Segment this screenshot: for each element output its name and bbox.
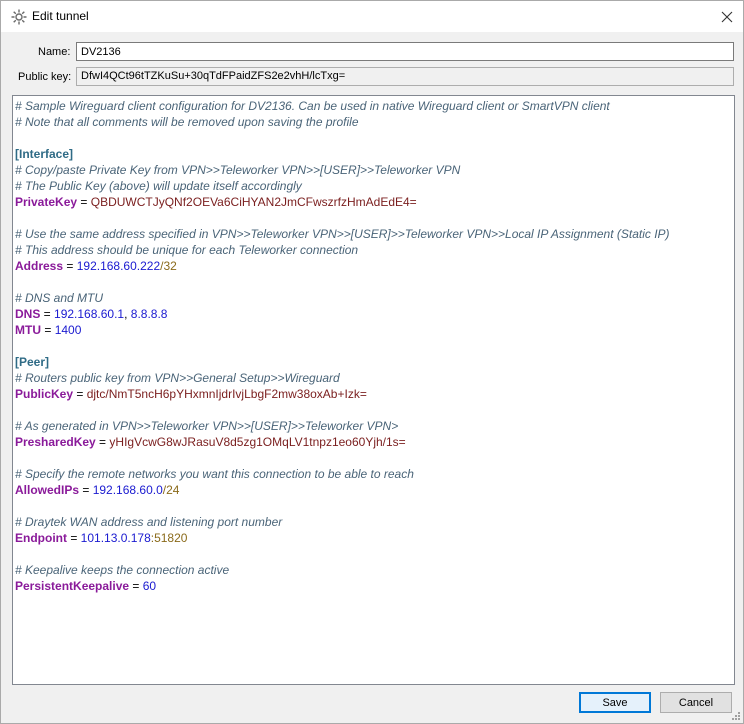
config-line [15, 210, 670, 226]
config-line [15, 498, 670, 514]
config-key: Address [15, 259, 64, 273]
config-line [15, 130, 670, 146]
config-line: Address = 192.168.60.222/32 [15, 258, 670, 274]
config-line: # Keepalive keeps the connection active [15, 563, 230, 577]
config-suffix: :51820 [150, 531, 188, 545]
config-line [15, 274, 670, 290]
section-interface: [Interface] [15, 147, 74, 161]
config-equals: = [95, 435, 110, 449]
title-bar: Edit tunnel [1, 1, 743, 32]
config-equals: = [129, 579, 143, 593]
config-key: MTU [15, 323, 41, 337]
config-key: AllowedIPs [15, 483, 80, 497]
config-value: QBDUWCTJyQNf2OEVa6CiHYAN2JmCFwszrfzHmAdE… [90, 195, 417, 209]
config-line [15, 546, 670, 562]
config-line [15, 450, 670, 466]
config-key: Endpoint [15, 531, 67, 545]
resize-grip-icon[interactable] [730, 710, 740, 720]
config-line: PublicKey = djtc/NmT5ncH6pYHxmnIjdrIvjLb… [15, 386, 670, 402]
config-line: # DNS and MTU [15, 291, 104, 305]
config-line: # Specify the remote networks you want t… [15, 467, 414, 481]
config-text[interactable]: # Sample Wireguard client configuration … [15, 98, 670, 594]
config-key: PublicKey [15, 387, 74, 401]
config-line [15, 338, 670, 354]
config-equals: = [73, 387, 87, 401]
config-line: # Draytek WAN address and listening port… [15, 515, 283, 529]
config-line: # This address should be unique for each… [15, 243, 359, 257]
cancel-button[interactable]: Cancel [660, 692, 732, 713]
config-line: PresharedKey = yHIgVcwG8wJRasuV8d5zg1OMq… [15, 434, 670, 450]
config-comma: , [124, 307, 131, 321]
config-suffix: /32 [160, 259, 177, 273]
config-suffix: /24 [162, 483, 180, 497]
config-equals: = [79, 483, 93, 497]
config-value: djtc/NmT5ncH6pYHxmnIjdrIvjLbgF2mw38oxAb+… [86, 387, 367, 401]
config-equals: = [66, 531, 81, 545]
public-key-field: DfwI4QCt96tTZKuSu+30qTdFPaidZFS2e2vhH/lc… [76, 67, 734, 86]
config-editor[interactable]: # Sample Wireguard client configuration … [12, 95, 735, 685]
config-line: DNS = 192.168.60.1, 8.8.8.8 [15, 306, 670, 322]
name-input[interactable] [76, 42, 734, 61]
config-line: # Sample Wireguard client configuration … [15, 99, 610, 113]
config-value: 192.168.60.222 [76, 259, 161, 273]
config-key: PersistentKeepalive [15, 579, 130, 593]
config-line: AllowedIPs = 192.168.60.0/24 [15, 482, 670, 498]
config-line: PrivateKey = QBDUWCTJyQNf2OEVa6CiHYAN2Jm… [15, 194, 670, 210]
close-button[interactable] [716, 6, 738, 28]
close-icon [721, 11, 733, 23]
config-value: 60 [142, 579, 157, 593]
name-label: Name: [38, 46, 71, 58]
config-line: PersistentKeepalive = 60 [15, 578, 670, 594]
config-line: # Note that all comments will be removed… [15, 115, 359, 129]
config-line: # Use the same address specified in VPN>… [15, 227, 670, 241]
config-equals: = [41, 323, 55, 337]
config-value: yHIgVcwG8wJRasuV8d5zg1OMqLV1tnpz1eo60Yjh… [109, 435, 406, 449]
edit-tunnel-dialog: Edit tunnel Name: Public key: DfwI4QCt96… [0, 0, 744, 724]
section-peer: [Peer] [15, 355, 50, 369]
public-key-label: Public key: [18, 71, 72, 83]
config-equals: = [40, 307, 55, 321]
config-value: 8.8.8.8 [130, 307, 168, 321]
config-line: MTU = 1400 [15, 322, 670, 338]
window-title: Edit tunnel [32, 9, 89, 23]
config-value: 192.168.60.1 [54, 307, 125, 321]
config-value: 101.13.0.178 [80, 531, 151, 545]
config-line [15, 402, 670, 418]
config-value: 1400 [54, 323, 82, 337]
config-value: 192.168.60.0 [92, 483, 163, 497]
config-key: PresharedKey [15, 435, 96, 449]
config-line: # As generated in VPN>>Teleworker VPN>>[… [15, 419, 399, 433]
config-equals: = [63, 259, 77, 273]
config-line: # The Public Key (above) will update its… [15, 179, 302, 193]
config-line: Endpoint = 101.13.0.178:51820 [15, 530, 670, 546]
config-equals: = [77, 195, 91, 209]
save-button[interactable]: Save [579, 692, 651, 713]
gear-icon [11, 9, 27, 25]
config-line: # Copy/paste Private Key from VPN>>Telew… [15, 163, 461, 177]
config-key: DNS [15, 307, 41, 321]
config-line: # Routers public key from VPN>>General S… [15, 371, 340, 385]
config-key: PrivateKey [15, 195, 78, 209]
